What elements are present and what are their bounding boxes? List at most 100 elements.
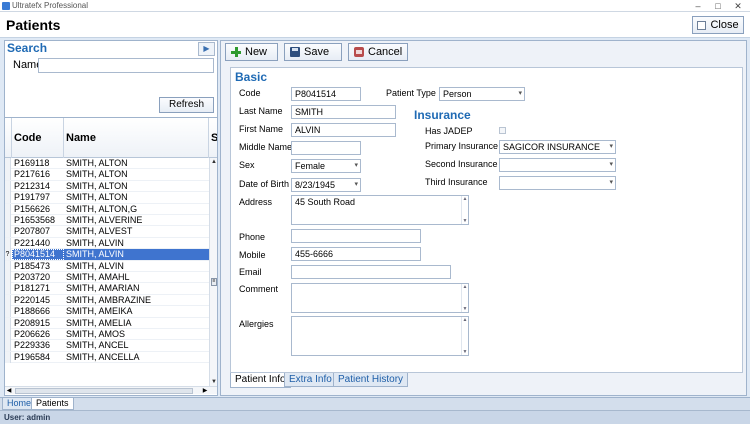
table-row[interactable]: P203720 SMITH, AMAHL [5, 272, 209, 284]
collapse-panel-button[interactable]: ▶ [198, 42, 215, 56]
table-row[interactable]: P169118 SMITH, ALTON [5, 158, 209, 170]
patient-type-select[interactable]: Person [439, 87, 525, 101]
scroll-down-icon[interactable]: ▼ [210, 378, 218, 386]
row-selector[interactable] [5, 283, 11, 295]
table-row[interactable]: P229336 SMITH, ANCEL [5, 340, 209, 352]
row-code: P185473 [14, 260, 51, 271]
scroll-down-icon[interactable]: ▼ [462, 306, 468, 312]
row-selector[interactable] [5, 306, 11, 318]
tab-extra-info[interactable]: Extra Info [284, 373, 337, 387]
table-row[interactable]: P191797 SMITH, ALTON [5, 192, 209, 204]
grid-col-sex[interactable]: Se [209, 118, 217, 158]
row-selector[interactable] [5, 192, 11, 204]
row-code: P191797 [14, 192, 51, 203]
row-selector[interactable] [5, 158, 11, 169]
scroll-up-icon[interactable]: ▲ [462, 317, 468, 323]
row-name: SMITH, ALVIN [64, 249, 209, 261]
refresh-button[interactable]: Refresh [159, 97, 214, 113]
row-selector[interactable] [5, 272, 11, 283]
tab-patients[interactable]: Patients [31, 398, 74, 410]
scroll-up-icon[interactable]: ▲ [462, 196, 468, 202]
row-name: SMITH, ALTON [66, 192, 128, 203]
third-insurance-select[interactable] [499, 176, 616, 190]
scroll-left-icon[interactable]: ◀ [5, 387, 13, 395]
address-label: Address [239, 197, 273, 207]
grid-col-name[interactable]: Name [64, 118, 209, 158]
search-name-input[interactable] [38, 58, 214, 73]
table-row[interactable]: P212314 SMITH, ALTON [5, 180, 209, 193]
new-button-label: New [245, 46, 268, 58]
first-name-field[interactable]: ALVIN [291, 123, 396, 137]
first-name-label: First Name [239, 124, 284, 134]
row-selector[interactable] [5, 329, 11, 340]
row-selector[interactable] [5, 203, 11, 215]
primary-insurance-select[interactable]: SAGICOR INSURANCE [499, 140, 616, 154]
scroll-down-icon[interactable]: ▼ [462, 218, 468, 224]
table-row[interactable]: P207807 SMITH, ALVEST [5, 226, 209, 238]
scroll-up-icon[interactable]: ▲ [462, 284, 468, 290]
mobile-field[interactable]: 455-6666 [291, 247, 421, 261]
row-selector[interactable] [5, 237, 11, 249]
table-row[interactable]: P181271 SMITH, AMARIAN [5, 283, 209, 295]
has-jadep-checkbox[interactable] [499, 127, 506, 134]
table-row[interactable]: P1653568 SMITH, ALVERINE [5, 215, 209, 227]
last-name-field[interactable]: SMITH [291, 105, 396, 119]
table-row[interactable]: P220145 SMITH, AMBRAZINE [5, 294, 209, 307]
row-selector[interactable] [5, 294, 11, 306]
row-selector[interactable] [5, 215, 11, 226]
code-field[interactable]: P8041514 [291, 87, 361, 101]
grid-horizontal-scrollbar[interactable]: ◀ ▶ [5, 386, 217, 394]
horizontal-scroll-thumb[interactable] [15, 388, 193, 394]
row-selector[interactable] [5, 169, 11, 181]
row-name: SMITH, AMELIA [66, 317, 132, 328]
row-selector[interactable] [5, 340, 11, 352]
table-row[interactable]: P208915 SMITH, AMELIA [5, 317, 209, 329]
grid-vertical-scrollbar[interactable]: ▲ ≡ ▼ [209, 158, 217, 386]
row-code: P203720 [14, 272, 51, 282]
grid-col-code[interactable]: Code [12, 118, 64, 158]
date-of-birth-picker[interactable]: 8/23/1945 [291, 178, 361, 192]
cancel-button[interactable]: Cancel [348, 43, 408, 61]
new-button[interactable]: New [225, 43, 278, 61]
search-heading: Search [7, 41, 48, 55]
scroll-right-icon[interactable]: ▶ [201, 387, 209, 395]
middle-name-field[interactable] [291, 141, 361, 155]
close-button[interactable]: Close [692, 16, 744, 34]
address-field[interactable]: 45 South Road ▲ ▼ [291, 195, 469, 225]
minimize-button[interactable]: – [688, 0, 708, 12]
save-icon [290, 47, 300, 57]
comment-scrollbar[interactable]: ▲ ▼ [461, 284, 468, 312]
detail-tabstrip: Patient Info Extra Info Patient History [230, 373, 743, 388]
sex-select[interactable]: Female [291, 159, 361, 173]
save-button[interactable]: Save [284, 43, 342, 61]
table-row[interactable]: P221440 SMITH, ALVIN [5, 237, 209, 250]
row-selector[interactable]: ? [5, 249, 11, 261]
maximize-button[interactable]: □ [708, 0, 728, 12]
table-row[interactable]: ? P8041514 SMITH, ALVIN [5, 249, 209, 261]
address-scrollbar[interactable]: ▲ ▼ [461, 196, 468, 224]
scroll-down-icon[interactable]: ▼ [462, 349, 468, 355]
table-row[interactable]: P188666 SMITH, AMEIKA [5, 306, 209, 318]
table-row[interactable]: P206626 SMITH, AMOS [5, 329, 209, 341]
row-selector[interactable] [5, 351, 11, 363]
table-row[interactable]: P217616 SMITH, ALTON [5, 169, 209, 181]
scroll-up-icon[interactable]: ▲ [210, 158, 218, 166]
allergies-scrollbar[interactable]: ▲ ▼ [461, 317, 468, 355]
comment-field[interactable]: ▲ ▼ [291, 283, 469, 313]
tab-patient-info[interactable]: Patient Info [230, 373, 291, 388]
app-icon [2, 2, 10, 10]
table-row[interactable]: P156626 SMITH, ALTON,G [5, 203, 209, 215]
row-selector[interactable] [5, 317, 11, 329]
phone-field[interactable] [291, 229, 421, 243]
tab-patient-history[interactable]: Patient History [333, 373, 409, 387]
window-close-button[interactable]: ✕ [728, 0, 748, 12]
row-selector[interactable] [5, 260, 11, 272]
email-field[interactable] [291, 265, 451, 279]
table-row[interactable]: P196584 SMITH, ANCELLA [5, 351, 209, 364]
row-selector[interactable] [5, 180, 11, 192]
second-insurance-select[interactable] [499, 158, 616, 172]
table-row[interactable]: P185473 SMITH, ALVIN [5, 260, 209, 272]
allergies-field[interactable]: ▲ ▼ [291, 316, 469, 356]
row-selector[interactable] [5, 226, 11, 238]
scroll-thumb[interactable]: ≡ [211, 278, 217, 286]
